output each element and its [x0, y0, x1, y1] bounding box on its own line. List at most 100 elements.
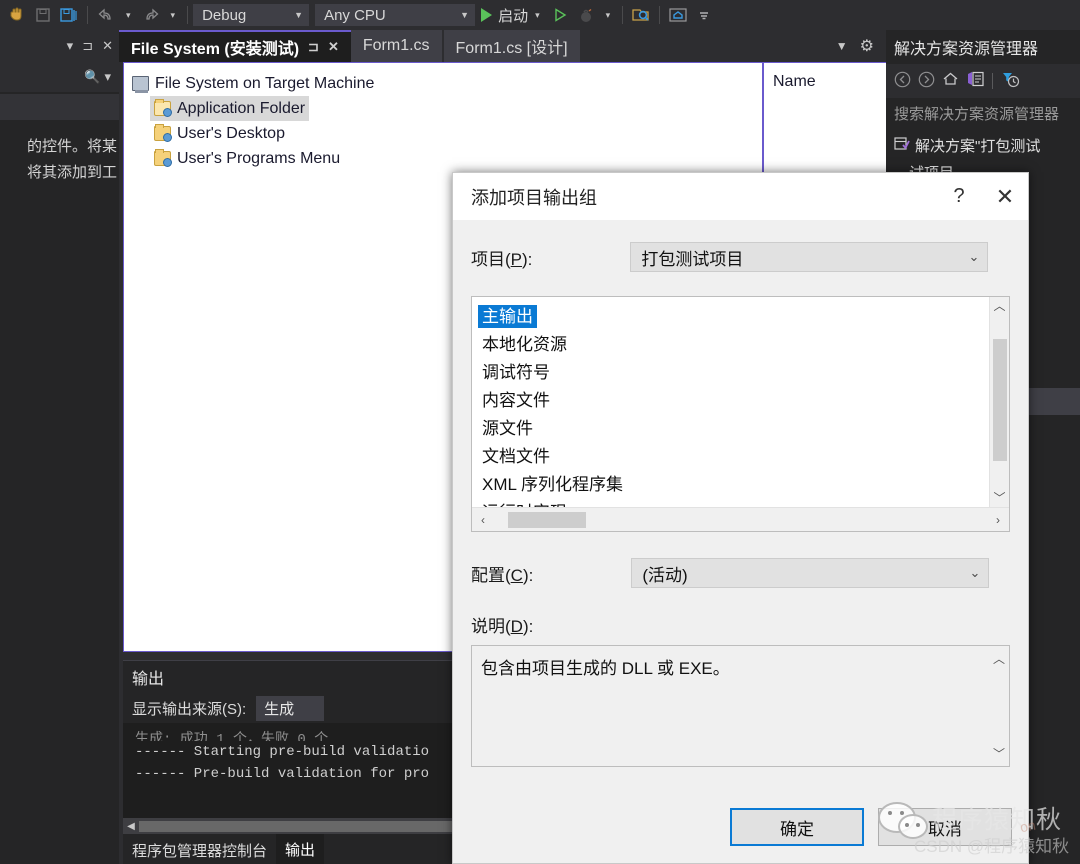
start-dropdown-icon[interactable]: ▾: [528, 10, 547, 21]
output-groups-listbox-inner: 主输出 本地化资源 调试符号 内容文件 源文件 文档文件 XML 序列化程序集 …: [472, 297, 1009, 507]
undo-dropdown-icon[interactable]: ▾: [119, 10, 138, 21]
configuration-combo[interactable]: (活动) ⌄: [631, 558, 990, 588]
tab-file-system-designer[interactable]: File System (安装测试) ⊐ ✕: [119, 30, 351, 62]
scrollbar-track[interactable]: [992, 315, 1007, 489]
debug-target-dropdown-icon[interactable]: ▾: [599, 10, 618, 21]
tree-row[interactable]: 解决方案"打包测试: [886, 132, 1080, 159]
tab-output[interactable]: 输出: [276, 834, 325, 864]
listbox-vertical-scrollbar[interactable]: ︿ ﹀: [989, 297, 1009, 507]
scroll-right-icon[interactable]: ›: [987, 513, 1009, 527]
search-icon[interactable]: 🔍: [84, 69, 100, 85]
toolbox-desc-line-2: 将其添加到工: [26, 164, 117, 181]
tree-item-label: User's Desktop: [177, 124, 285, 142]
tab-package-manager-console[interactable]: 程序包管理器控制台: [123, 834, 276, 864]
search-dropdown-icon[interactable]: ▾: [104, 69, 111, 85]
save-all-icon[interactable]: [56, 3, 82, 27]
output-source-label: 显示输出来源(S):: [132, 700, 247, 718]
list-item-label: XML 序列化程序集: [482, 475, 624, 494]
folder-icon: [154, 124, 172, 142]
scroll-down-icon[interactable]: ﹀: [993, 489, 1005, 507]
preview-search-icon[interactable]: [628, 3, 654, 27]
settings-gear-icon[interactable]: ⚙: [860, 36, 874, 56]
toolbar-divider: [87, 6, 88, 24]
toolbox-search-row[interactable]: 🔍 ▾: [0, 62, 119, 92]
toolbar-divider-3: [622, 6, 624, 24]
output-source-combo[interactable]: 生成: [256, 695, 325, 721]
start-debug-label: 启动: [498, 7, 529, 25]
solution-platform-combo[interactable]: Any CPU ▼: [315, 4, 476, 26]
solution-explorer-toolbar: [886, 64, 1080, 98]
tab-form1-cs[interactable]: Form1.cs: [350, 30, 442, 62]
list-item[interactable]: 运行时实现: [478, 499, 989, 507]
description-label: 说明(D):: [471, 617, 534, 636]
toolbar-overflow-icon[interactable]: [691, 3, 717, 27]
save-icon[interactable]: [30, 3, 56, 27]
description-scrollbar[interactable]: ︿ ﹀: [989, 646, 1009, 766]
list-item[interactable]: 源文件: [478, 415, 989, 443]
back-icon[interactable]: [894, 71, 911, 92]
start-without-debug-icon[interactable]: [547, 3, 573, 27]
listbox-horizontal-scrollbar[interactable]: ‹ ›: [472, 507, 1009, 531]
sync-with-active-document-icon[interactable]: [966, 71, 985, 91]
tree-row[interactable]: Application Folder: [150, 96, 310, 121]
toolbox-description: 的控件。将某 将其添加到工: [0, 120, 119, 186]
project-label: 项目(P):: [471, 249, 533, 269]
tree-row[interactable]: User's Desktop: [150, 121, 762, 146]
scrollbar-thumb[interactable]: [508, 511, 586, 528]
forward-icon[interactable]: [918, 71, 935, 92]
list-item-label: 文档文件: [482, 447, 550, 466]
close-icon[interactable]: ✕: [982, 174, 1028, 220]
list-item-label: 主输出: [478, 305, 537, 328]
list-item[interactable]: 文档文件: [478, 443, 989, 471]
scroll-up-icon[interactable]: ︿: [993, 650, 1005, 667]
pending-changes-filter-icon[interactable]: [1000, 71, 1020, 92]
close-icon[interactable]: ✕: [328, 39, 339, 55]
list-item[interactable]: 调试符号: [478, 359, 989, 387]
scroll-up-icon[interactable]: ︿: [993, 297, 1005, 315]
ok-button[interactable]: 确定: [730, 808, 864, 846]
home-icon[interactable]: [665, 3, 691, 27]
help-icon[interactable]: ?: [936, 174, 982, 220]
list-item[interactable]: 内容文件: [478, 387, 989, 415]
configuration-label: 配置(C):: [471, 565, 534, 585]
hand-icon[interactable]: [4, 3, 30, 27]
list-item[interactable]: 主输出: [478, 303, 989, 331]
tree-item-label: 解决方案"打包测试: [915, 138, 1041, 155]
solution-configuration-combo[interactable]: Debug ▼: [193, 4, 310, 26]
redo-dropdown-icon[interactable]: ▾: [164, 10, 183, 21]
scrollbar-thumb[interactable]: [992, 339, 1007, 461]
redo-icon[interactable]: [138, 3, 164, 27]
tree-row[interactable]: File System on Target Machine: [128, 71, 762, 96]
close-icon[interactable]: ✕: [102, 38, 113, 54]
list-item[interactable]: XML 序列化程序集: [478, 471, 989, 499]
main-toolbar: ▾ ▾ Debug ▼ Any CPU ▼ 启动 ▾ ▾: [0, 0, 1080, 30]
chevron-down-icon[interactable]: ▾: [67, 38, 74, 54]
project-combo[interactable]: 打包测试项目 ⌄: [630, 242, 989, 272]
list-item[interactable]: 本地化资源: [478, 331, 989, 359]
tree-item-label: User's Programs Menu: [177, 149, 341, 167]
tab-form1-cs-design[interactable]: Form1.cs [设计]: [443, 30, 580, 62]
home-icon[interactable]: [942, 71, 959, 91]
scroll-left-icon[interactable]: ‹: [472, 513, 494, 527]
tab-list-dropdown-icon[interactable]: ▼: [836, 39, 848, 53]
solution-explorer-title: 解决方案资源管理器: [894, 41, 1039, 58]
output-groups-items: 主输出 本地化资源 调试符号 内容文件 源文件 文档文件 XML 序列化程序集 …: [472, 297, 989, 507]
pin-icon[interactable]: ⊐: [308, 39, 319, 55]
tree-row[interactable]: User's Programs Menu: [150, 146, 762, 171]
start-debug-button[interactable]: 启动: [481, 5, 528, 26]
cancel-button[interactable]: 取消: [878, 808, 1012, 846]
debug-target-icon[interactable]: [573, 3, 599, 27]
scroll-down-icon[interactable]: ﹀: [993, 745, 1005, 762]
solution-icon: [894, 136, 910, 155]
output-groups-listbox[interactable]: 主输出 本地化资源 调试符号 内容文件 源文件 文档文件 XML 序列化程序集 …: [471, 296, 1010, 532]
editor-tabstrip: File System (安装测试) ⊐ ✕ Form1.cs Form1.cs…: [119, 30, 886, 62]
description-textbox[interactable]: 包含由项目生成的 DLL 或 EXE。 ︿ ﹀: [471, 645, 1010, 767]
dialog-title-bar: 添加项目输出组 ? ✕: [453, 173, 1028, 220]
undo-icon[interactable]: [93, 3, 119, 27]
scrollbar-track[interactable]: [494, 511, 987, 528]
toolbox-section-header[interactable]: [0, 94, 119, 120]
pin-icon[interactable]: ⊐: [82, 38, 93, 54]
file-system-tree: File System on Target Machine Applicatio…: [124, 63, 762, 171]
solution-explorer-search-input[interactable]: 搜索解决方案资源管理器: [886, 98, 1080, 128]
scroll-left-icon[interactable]: ◀: [123, 821, 139, 832]
